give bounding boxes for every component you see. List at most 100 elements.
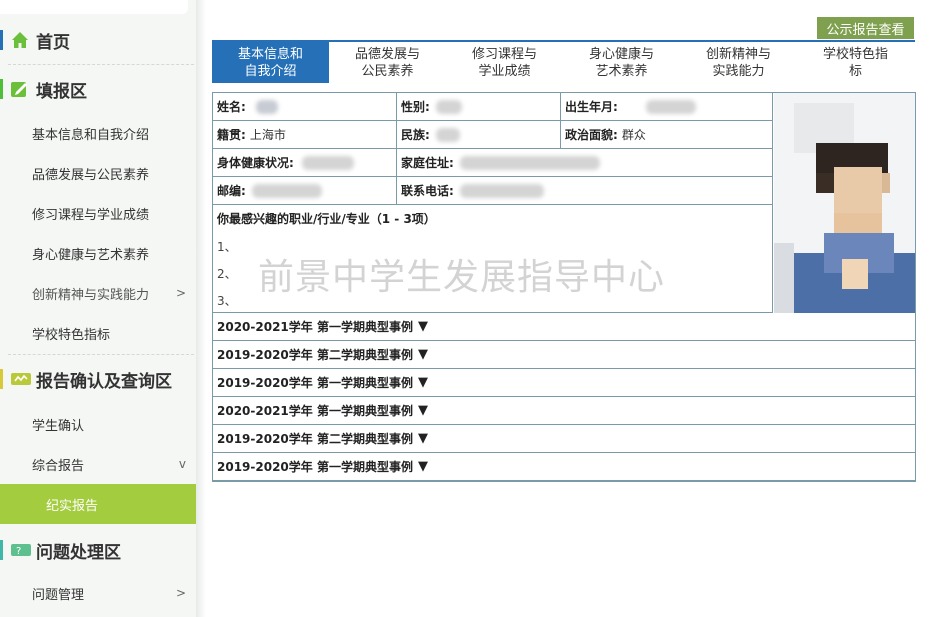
sidebar-item-courses[interactable]: 修习课程与学业成绩 xyxy=(0,193,196,233)
case-row-2020-2021-term1-b[interactable]: 2020-2021学年 第一学期典型事例 ▼ xyxy=(213,397,915,425)
svg-text:?: ? xyxy=(16,546,21,557)
sidebar-item-label: 学生确认 xyxy=(32,418,85,434)
section-report-marker xyxy=(0,369,3,389)
sidebar-item-innovation[interactable]: 创新精神与实践能力 > xyxy=(0,273,196,313)
sidebar-item-morality[interactable]: 品德发展与公民素养 xyxy=(0,153,196,193)
case-row-2019-2020-term1[interactable]: 2019-2020学年 第一学期典型事例 ▼ xyxy=(213,369,915,397)
edit-icon xyxy=(10,79,30,99)
phone-cell: 联系电话: xyxy=(397,177,773,205)
sidebar-item-label: 综合报告 xyxy=(32,458,85,474)
section-fill-label: 填报区 xyxy=(36,81,87,102)
sidebar-item-basic-info[interactable]: 基本信息和自我介绍 xyxy=(0,113,196,153)
zip-label: 邮编: xyxy=(217,184,246,198)
tab-school-specific[interactable]: 学校特色指 标 xyxy=(797,42,914,83)
section-report: 报告确认及查询区 xyxy=(0,364,196,394)
health-value-redacted xyxy=(301,155,354,170)
native-label: 籍贯: xyxy=(217,128,246,142)
interest-line-2: 2、 xyxy=(217,267,237,281)
interest-block: 你最感兴趣的职业/行业/专业（1 - 3项） 1、 2、 3、 xyxy=(213,205,773,313)
sidebar-top-cap xyxy=(0,0,188,14)
sidebar-item-label: 问题管理 xyxy=(32,587,85,603)
tab-bar: 基本信息和 自我介绍 品德发展与 公民素养 修习课程与 学业成绩 身心健康与 艺… xyxy=(212,40,915,83)
tab-label: 身心健康与 艺术素养 xyxy=(588,46,654,79)
case-row-label: 2019-2020学年 第二学期典型事例 xyxy=(217,432,413,446)
section-issue-label: 问题处理区 xyxy=(36,542,121,563)
triangle-down-icon: ▼ xyxy=(417,431,428,446)
tab-morality[interactable]: 品德发展与 公民素养 xyxy=(329,42,446,83)
sidebar-item-label: 身心健康与艺术素养 xyxy=(32,247,150,263)
tab-basic-info[interactable]: 基本信息和 自我介绍 xyxy=(212,42,329,83)
section-fill: 填报区 xyxy=(0,74,196,104)
triangle-down-icon: ▼ xyxy=(417,403,428,418)
sidebar-item-label: 纪实报告 xyxy=(46,498,99,514)
interest-line-1: 1、 xyxy=(217,240,237,254)
issue-icon: ? xyxy=(10,540,31,560)
sidebar-item-label: 基本信息和自我介绍 xyxy=(32,127,150,143)
political-cell: 政治面貌: 群众 xyxy=(561,121,773,149)
phone-label: 联系电话: xyxy=(401,184,454,198)
birth-value-redacted xyxy=(645,99,696,114)
section-issue-marker xyxy=(0,540,3,560)
political-label: 政治面貌: xyxy=(565,128,618,142)
tab-innovation[interactable]: 创新精神与 实践能力 xyxy=(680,42,797,83)
chevron-down-icon: v xyxy=(178,457,186,471)
public-report-button[interactable]: 公示报告查看 xyxy=(817,17,914,39)
address-label: 家庭住址: xyxy=(401,156,454,170)
case-row-label: 2020-2021学年 第一学期典型事例 xyxy=(217,320,413,334)
student-photo xyxy=(774,93,915,313)
sidebar-item-issue-manage[interactable]: 问题管理 > xyxy=(0,573,196,613)
sidebar-item-label: 品德发展与公民素养 xyxy=(32,167,150,183)
birth-label: 出生年月: xyxy=(565,100,618,114)
sidebar-item-record-report[interactable]: 纪实报告 xyxy=(0,484,196,524)
case-row-label: 2019-2020学年 第一学期典型事例 xyxy=(217,460,413,474)
chevron-right-icon: > xyxy=(175,286,186,300)
triangle-down-icon: ▼ xyxy=(417,347,428,362)
address-value-redacted xyxy=(459,155,600,170)
home-icon xyxy=(10,30,30,50)
sidebar-item-school-specific[interactable]: 学校特色指标 xyxy=(0,313,196,353)
nav-home-marker xyxy=(0,30,3,50)
chevron-right-icon: > xyxy=(175,586,186,600)
sidebar-divider xyxy=(8,64,194,65)
case-row-label: 2019-2020学年 第一学期典型事例 xyxy=(217,376,413,390)
triangle-down-icon: ▼ xyxy=(417,375,428,390)
sidebar-shadow xyxy=(196,0,206,617)
case-row-2019-2020-term2[interactable]: 2019-2020学年 第二学期典型事例 ▼ xyxy=(213,341,915,369)
nav-home-label: 首页 xyxy=(36,32,70,53)
tab-courses[interactable]: 修习课程与 学业成绩 xyxy=(446,42,563,83)
sidebar-item-label: 修习课程与学业成绩 xyxy=(32,207,150,223)
native-cell: 籍贯: 上海市 xyxy=(213,121,397,149)
native-value: 上海市 xyxy=(249,128,286,142)
triangle-down-icon: ▼ xyxy=(417,459,428,474)
sidebar-item-comprehensive-report[interactable]: 综合报告 v xyxy=(0,444,196,484)
tab-label: 修习课程与 学业成绩 xyxy=(471,46,537,79)
nav-home[interactable]: 首页 xyxy=(0,24,196,56)
address-cell: 家庭住址: xyxy=(397,149,773,177)
name-value-redacted xyxy=(255,99,278,114)
sidebar-item-health[interactable]: 身心健康与艺术素养 xyxy=(0,233,196,273)
case-row-2019-2020-term1-b[interactable]: 2019-2020学年 第一学期典型事例 ▼ xyxy=(213,453,915,481)
case-row-2019-2020-term2-b[interactable]: 2019-2020学年 第二学期典型事例 ▼ xyxy=(213,425,915,453)
tab-health[interactable]: 身心健康与 艺术素养 xyxy=(563,42,680,83)
report-icon xyxy=(10,369,31,389)
section-report-label: 报告确认及查询区 xyxy=(36,371,172,392)
tab-label: 品德发展与 公民素养 xyxy=(354,46,420,79)
sidebar: 首页 填报区 基本信息和自我介绍 品德发展与公民素养 修习课程与学业成绩 身心健… xyxy=(0,0,196,617)
phone-value-redacted xyxy=(459,183,544,198)
sidebar-item-label: 学校特色指标 xyxy=(32,327,111,343)
zip-cell: 邮编: xyxy=(213,177,397,205)
case-row-label: 2020-2021学年 第一学期典型事例 xyxy=(217,404,413,418)
tab-label: 基本信息和 自我介绍 xyxy=(237,46,303,79)
gender-label: 性别: xyxy=(401,100,430,114)
sidebar-divider xyxy=(8,354,194,355)
gender-value-redacted xyxy=(435,99,462,114)
health-cell: 身体健康状况: xyxy=(213,149,397,177)
birth-cell: 出生年月: xyxy=(561,93,773,121)
sidebar-item-student-confirm[interactable]: 学生确认 xyxy=(0,404,196,444)
name-cell: 姓名: xyxy=(213,93,397,121)
tab-label: 学校特色指 标 xyxy=(822,46,888,79)
ethnic-cell: 民族: xyxy=(397,121,561,149)
case-row-2020-2021-term1[interactable]: 2020-2021学年 第一学期典型事例 ▼ xyxy=(213,313,915,341)
ethnic-label: 民族: xyxy=(401,128,430,142)
student-info-form: 姓名: 性别: 出生年月: 籍贯: 上海市 民族: 政治面貌: 群众 身体健康状… xyxy=(212,92,916,482)
